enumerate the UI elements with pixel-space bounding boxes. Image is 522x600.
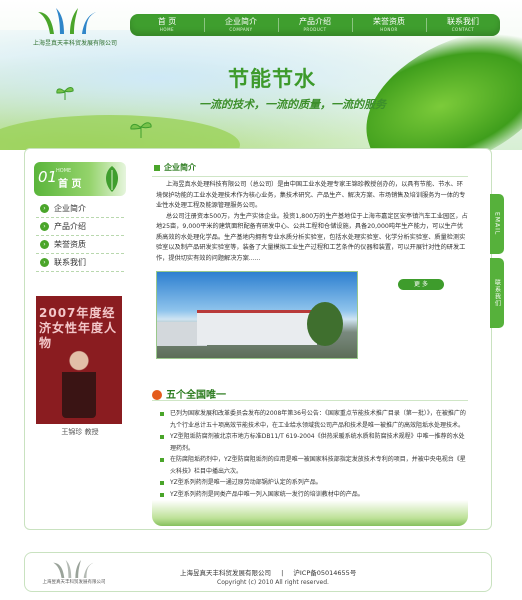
banner-slogan: 节能节水 (228, 67, 316, 91)
nav-sublabel: HOME (159, 27, 175, 32)
arrow-icon: › (40, 240, 49, 249)
photo-caption: 王锦珍 教授 (61, 428, 99, 436)
sidebar-header-number: 01 (38, 168, 58, 186)
company-logo[interactable]: 上海昱真天丰科贸发展有限公司 (20, 8, 120, 50)
sidebar-header-en: HOME (56, 168, 72, 174)
banner-subslogan: 一流的技术，一流的质量，一流的服务 (199, 98, 386, 111)
main-nav: 首 页 HOME 企业简介 COMPANY 产品介绍 PRODUCT 荣誉资质 … (130, 14, 500, 36)
nav-sublabel: COMPANY (229, 27, 253, 32)
email-tab[interactable]: EMAIL (490, 194, 504, 254)
nav-product[interactable]: 产品介绍 PRODUCT (278, 14, 352, 36)
sidebar-header: 01 HOME 首 页 (34, 162, 126, 196)
list-item: YZ型系列药剂是唯一通过原劳动部锅炉认定的系列产品。 (160, 477, 470, 489)
footer-copyright: Copyright (c) 2010 All right reserved. (217, 579, 329, 586)
nav-sublabel: HONOR (380, 27, 398, 32)
footer-logo: 上海昱真天丰科贸发展有限公司 (34, 560, 114, 588)
contact-tab[interactable]: 联系我们 (490, 258, 504, 328)
sprout-icon (130, 122, 152, 138)
sidebar-header-title: 首 页 (58, 179, 82, 190)
sidebar-menu: › 企业简介 › 产品介绍 › 荣誉资质 › 联系我们 (36, 200, 124, 272)
flower-icon (152, 390, 162, 400)
grass-decoration (152, 500, 468, 526)
tree-shape (307, 302, 343, 346)
nav-label: 企业简介 (225, 17, 257, 26)
intro-paragraph: 上海昱真水处理科技有限公司（总公司）是由中国工业水处理专家王锦珍教授创办的，以具… (156, 181, 466, 209)
footer-company-name: 上海昱真天丰科贸发展有限公司 (42, 580, 106, 585)
sidebar-item-honor[interactable]: › 荣誉资质 (36, 236, 124, 254)
list-item: 在防腐阻垢药剂中，YZ型防腐阻垢剂的应用是唯一被国家科技部指定发放技术专利的项目… (160, 454, 470, 477)
intro-text: 上海昱真水处理科技有限公司（总公司）是由中国工业水处理专家王锦珍教授创办的，以具… (156, 180, 468, 264)
founder-photo: 2007年度经济女性年度人物 (36, 296, 122, 424)
list-item: YZ型阻垢防腐剂被北京市地方标准DB11/T 619-2004《供热采暖系统水质… (160, 431, 470, 454)
sidebar-item-company[interactable]: › 企业简介 (36, 200, 124, 218)
nav-home[interactable]: 首 页 HOME (130, 14, 204, 36)
sprout-icon (56, 87, 74, 100)
nav-label: 产品介绍 (299, 17, 331, 26)
nav-company[interactable]: 企业简介 COMPANY (204, 14, 278, 36)
arrow-icon: › (40, 258, 49, 267)
nav-honor[interactable]: 荣誉资质 HONOR (352, 14, 426, 36)
nav-label: 联系我们 (447, 17, 479, 26)
sidebar-item-contact[interactable]: › 联系我们 (36, 254, 124, 272)
building-shape (197, 310, 317, 345)
company-name: 上海昱真天丰科贸发展有限公司 (32, 40, 117, 47)
section-divider (152, 400, 468, 401)
sidebar-item-product[interactable]: › 产品介绍 (36, 218, 124, 236)
leaf-icon (106, 166, 118, 192)
list-item: 已列为国家发展和改革委员会发布的2008年第36号公告：《国家重点节能技术推广目… (160, 408, 470, 431)
nav-label: 首 页 (157, 17, 177, 26)
logo-mark-icon (53, 560, 94, 578)
nav-sublabel: PRODUCT (303, 27, 327, 32)
nav-contact[interactable]: 联系我们 CONTACT (426, 14, 500, 36)
logo-mark-icon (38, 8, 96, 34)
footer-company: 上海昱真天丰科贸发展有限公司 (180, 569, 271, 577)
factory-photo (156, 271, 358, 359)
unique-section-title: 五个全国唯一 (152, 386, 352, 401)
square-bullet-icon (154, 164, 160, 171)
intro-title-text: 企业简介 (164, 163, 196, 172)
intro-paragraph: 总公司注册资本500万，为生产实体企业。投资1,800万的生产基地位于上海市嘉定… (156, 212, 468, 262)
photo-text: 2007年度经济女性年度人物 (39, 306, 118, 350)
person-figure (62, 348, 96, 418)
list-item: YZ型系列药剂是同类产品中唯一列入国家统一发行的培训教材中的产品。 (160, 489, 470, 501)
arrow-icon: › (40, 204, 49, 213)
footer-icp[interactable]: 沪ICP备05014655号 (293, 569, 356, 577)
intro-section-title: 企业简介 (152, 162, 468, 177)
nav-label: 荣誉资质 (373, 17, 405, 26)
sidebar-item-label: 荣誉资质 (54, 240, 86, 249)
sidebar-item-label: 联系我们 (54, 258, 86, 267)
unique-list: 已列为国家发展和改革委员会发布的2008年第36号公告：《国家重点节能技术推广目… (160, 408, 470, 500)
nav-sublabel: CONTACT (451, 27, 475, 32)
more-button[interactable]: 更 多 (398, 279, 444, 290)
sidebar-item-label: 企业简介 (54, 204, 86, 213)
sidebar-item-label: 产品介绍 (54, 222, 86, 231)
footer-info: 上海昱真天丰科贸发展有限公司 | 沪ICP备05014655号 (180, 569, 357, 577)
arrow-icon: › (40, 222, 49, 231)
